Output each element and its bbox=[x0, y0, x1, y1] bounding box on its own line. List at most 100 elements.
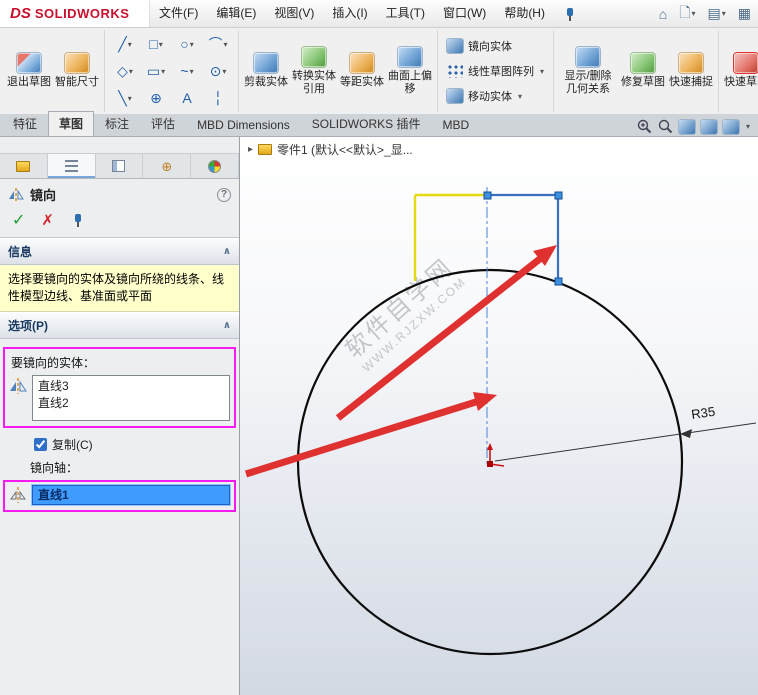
arc-tool-button[interactable]: ⌒ ▾ bbox=[203, 31, 233, 57]
dropdown-arrow-icon[interactable]: ▾ bbox=[722, 9, 726, 18]
help-icon[interactable]: ? bbox=[217, 187, 231, 202]
feature-manager-tab[interactable] bbox=[0, 154, 48, 178]
entities-to-mirror-listbox[interactable]: 直线3 直线2 bbox=[32, 374, 230, 421]
convert-entities-button[interactable]: 转换实体引用 bbox=[290, 42, 338, 100]
display-manager-tab[interactable] bbox=[191, 154, 239, 178]
dropdown-arrow-icon[interactable]: ▾ bbox=[159, 40, 163, 49]
slot-tool-button[interactable]: ▭ ▾ bbox=[141, 58, 171, 84]
point-tool-button[interactable]: ⊕ bbox=[141, 85, 171, 111]
dropdown-arrow-icon[interactable]: ▾ bbox=[540, 67, 544, 76]
dimension-line[interactable] bbox=[494, 422, 757, 462]
options-section-header[interactable]: 选项(P) ∧ bbox=[0, 311, 239, 339]
circle-tool-button[interactable]: ○ ▾ bbox=[172, 31, 202, 57]
display-delete-relations-button[interactable]: 显示/删除几何关系 bbox=[557, 42, 619, 100]
list-item[interactable]: 直线2 bbox=[38, 395, 224, 412]
polygon-tool-button[interactable]: ◇ ▾ bbox=[110, 58, 140, 84]
property-manager-tab[interactable] bbox=[47, 154, 96, 178]
home-button[interactable]: ⌂ bbox=[654, 3, 672, 25]
section-view-button[interactable] bbox=[678, 119, 695, 134]
smart-dimension-button[interactable]: 智能尺寸 bbox=[53, 48, 101, 94]
menu-tools[interactable]: 工具(T) bbox=[377, 0, 434, 27]
info-section-header[interactable]: 信息 ∧ bbox=[0, 238, 239, 265]
manager-pane-tabs: ⊕ bbox=[0, 153, 239, 179]
mirror-entities-button[interactable]: 镜向实体 bbox=[441, 35, 550, 57]
selection-handle[interactable] bbox=[554, 277, 563, 286]
line-tool-button[interactable]: ╱ ▾ bbox=[110, 31, 140, 57]
collapse-chevron-icon[interactable]: ∧ bbox=[223, 246, 231, 257]
tab-annotation[interactable]: 标注 bbox=[94, 111, 140, 136]
graphics-area[interactable]: ▸ 零件1 (默认<<默认>_显... 软件自学网 WWW.RJZXW.COM bbox=[240, 137, 758, 695]
surface-offset-icon bbox=[398, 46, 422, 67]
centerline-tool-button[interactable]: ╎ bbox=[203, 85, 233, 111]
menu-help[interactable]: 帮助(H) bbox=[495, 0, 554, 27]
print-button[interactable]: ▦ bbox=[733, 2, 756, 25]
dropdown-arrow-icon[interactable]: ▾ bbox=[129, 67, 133, 76]
view-toolbar-dropdown-icon[interactable]: ▾ bbox=[746, 122, 750, 131]
breadcrumb[interactable]: ▸ 零件1 (默认<<默认>_显... bbox=[248, 141, 413, 158]
menu-view[interactable]: 视图(V) bbox=[265, 0, 323, 27]
move-entities-button[interactable]: 移动实体 ▾ bbox=[441, 85, 550, 107]
copy-checkbox[interactable] bbox=[34, 437, 47, 451]
offset-entities-button[interactable]: 等距实体 bbox=[338, 48, 386, 94]
breadcrumb-arrow-icon[interactable]: ▸ bbox=[248, 144, 253, 155]
exit-sketch-button[interactable]: 退出草图 bbox=[5, 48, 53, 94]
dimxpert-manager-tab[interactable]: ⊕ bbox=[143, 154, 192, 178]
dropdown-arrow-icon[interactable]: ▾ bbox=[222, 67, 226, 76]
rapid-sketch-label: 快速草图 bbox=[724, 76, 758, 89]
selection-handle[interactable] bbox=[483, 191, 492, 200]
linear-sketch-pattern-button[interactable]: 线性草图阵列 ▾ bbox=[441, 60, 550, 82]
tab-mbd-dimensions[interactable]: MBD Dimensions bbox=[186, 114, 301, 136]
surface-offset-button[interactable]: 曲面上偏移 bbox=[386, 42, 434, 100]
collapse-chevron-icon[interactable]: ∧ bbox=[223, 320, 231, 331]
origin-point[interactable] bbox=[487, 461, 493, 467]
quick-snaps-button[interactable]: 快速捕捉 bbox=[667, 48, 715, 94]
view-settings-icon bbox=[700, 119, 717, 134]
repair-sketch-button[interactable]: 修复草图 bbox=[619, 48, 667, 94]
tab-sketch[interactable]: 草图 bbox=[48, 111, 95, 136]
quick-snaps-label: 快速捕捉 bbox=[669, 76, 714, 89]
tab-solidworks-addins[interactable]: SOLIDWORKS 插件 bbox=[301, 111, 432, 136]
ok-button[interactable]: ✓ bbox=[12, 210, 25, 230]
selection-handle[interactable] bbox=[554, 191, 563, 200]
display-delete-relations-label: 显示/删除几何关系 bbox=[564, 69, 612, 95]
list-item[interactable]: 直线3 bbox=[38, 378, 224, 395]
sketch-canvas[interactable]: R35 bbox=[240, 137, 757, 695]
mirror-axis-field[interactable]: 直线1 bbox=[31, 483, 231, 506]
trim-entities-button[interactable]: 剪裁实体 bbox=[242, 48, 290, 94]
tab-mbd[interactable]: MBD bbox=[431, 114, 480, 136]
view-settings-button[interactable] bbox=[700, 119, 717, 134]
open-document-button[interactable]: ▤ ▾ bbox=[703, 2, 731, 25]
dropdown-arrow-icon[interactable]: ▾ bbox=[518, 92, 522, 101]
ellipse-tool-button[interactable]: ⊙ ▾ bbox=[203, 58, 233, 84]
cancel-button[interactable]: ✗ bbox=[41, 211, 54, 229]
keep-visible-pin-icon[interactable] bbox=[70, 213, 84, 227]
configuration-manager-tab[interactable] bbox=[96, 154, 144, 178]
dropdown-arrow-icon[interactable]: ▾ bbox=[190, 40, 194, 49]
dropdown-arrow-icon[interactable]: ▾ bbox=[190, 67, 194, 76]
spline-tool-button[interactable]: ~ ▾ bbox=[172, 58, 202, 84]
open-folder-icon: ▤ bbox=[707, 5, 721, 21]
text-tool-button[interactable]: A bbox=[172, 85, 202, 111]
tab-features[interactable]: 特征 bbox=[2, 111, 48, 136]
zoom-to-fit-button[interactable] bbox=[637, 119, 652, 134]
dropdown-arrow-icon[interactable]: ▾ bbox=[692, 9, 696, 18]
zoom-to-area-button[interactable] bbox=[658, 119, 673, 134]
rectangle-tool-button[interactable]: □ ▾ bbox=[141, 31, 171, 57]
dropdown-arrow-icon[interactable]: ▾ bbox=[128, 40, 132, 49]
new-document-button[interactable]: 🗋 ▾ bbox=[674, 0, 700, 29]
radius-dimension-label[interactable]: R35 bbox=[690, 404, 716, 422]
dropdown-arrow-icon[interactable]: ▾ bbox=[223, 40, 227, 49]
menu-window[interactable]: 窗口(W) bbox=[434, 0, 495, 27]
menu-pin-icon[interactable] bbox=[562, 7, 576, 21]
menu-edit[interactable]: 编辑(E) bbox=[207, 0, 265, 27]
ribbon-group-sketch-exit: 退出草图 智能尺寸 bbox=[2, 30, 105, 112]
dropdown-arrow-icon[interactable]: ▾ bbox=[161, 67, 165, 76]
fillet-tool-button[interactable]: ╲ ▾ bbox=[110, 85, 140, 111]
menu-file[interactable]: 文件(F) bbox=[150, 0, 207, 27]
dropdown-arrow-icon[interactable]: ▾ bbox=[128, 94, 132, 103]
tab-evaluate[interactable]: 评估 bbox=[140, 111, 186, 136]
view-orientation-button[interactable] bbox=[722, 119, 739, 134]
menu-insert[interactable]: 插入(I) bbox=[323, 0, 376, 27]
trim-entities-label: 剪裁实体 bbox=[244, 76, 288, 89]
rapid-sketch-button[interactable]: 快速草图 bbox=[722, 48, 758, 94]
